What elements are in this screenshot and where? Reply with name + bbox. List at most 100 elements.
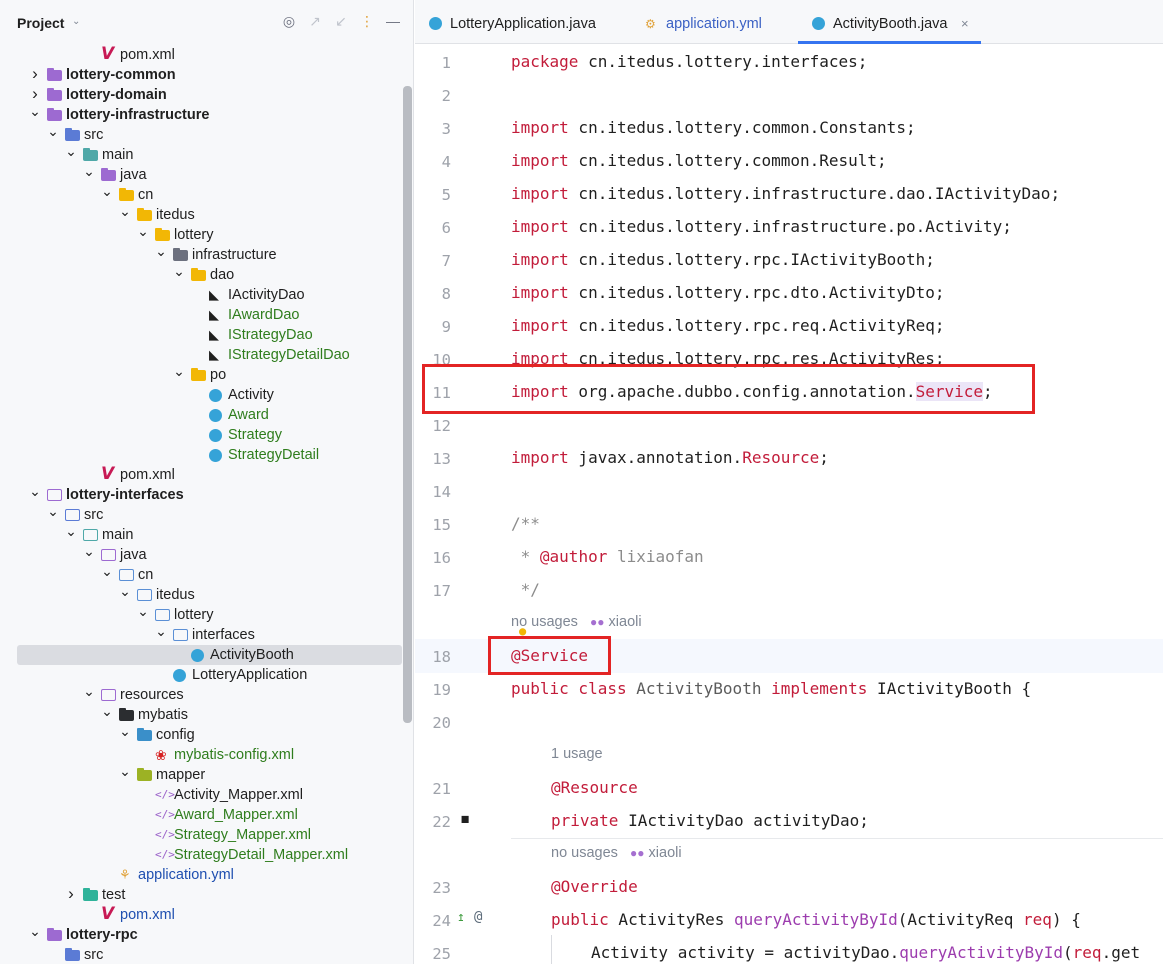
tree-item[interactable]: › lottery-common — [0, 65, 402, 85]
tree-item[interactable]: ◣ IAwardDao — [0, 305, 402, 325]
tree-item[interactable]: ⌄ src — [0, 124, 402, 145]
tree-item[interactable]: </> Award_Mapper.xml — [0, 805, 402, 825]
chevron-down-icon[interactable]: ⌄ — [119, 724, 131, 745]
chevron-down-icon[interactable]: ⌄ — [101, 564, 113, 585]
mybatis-bird-icon[interactable]: ◼ — [461, 811, 469, 827]
tree-item[interactable]: ⌄ infrastructure — [0, 244, 402, 265]
chevron-down-icon[interactable]: ⌄ — [137, 224, 149, 245]
chevron-down-icon[interactable]: ⌄ — [29, 924, 41, 945]
usages-hint[interactable]: no usages ●● xiaoli — [511, 614, 642, 630]
tree-item[interactable]: › test — [0, 885, 402, 905]
chevron-down-icon[interactable]: ⌄ — [29, 484, 41, 505]
tree-item[interactable]: ◣ IActivityDao — [0, 285, 402, 305]
expand-all-icon[interactable]: ↗ — [307, 13, 323, 29]
chevron-down-icon[interactable]: ⌄ — [83, 544, 95, 565]
chevron-down-icon[interactable]: ⌄ — [173, 264, 185, 285]
tree-item[interactable]: ⌄ dao — [0, 264, 402, 285]
maven-icon: V — [101, 904, 115, 924]
tree-item[interactable]: ⌄ lottery — [0, 604, 402, 625]
tab-lottery-application[interactable]: LotteryApplication.java — [429, 0, 619, 44]
tree-scrollbar[interactable] — [403, 86, 412, 723]
tree-item[interactable]: ◣ IStrategyDao — [0, 325, 402, 345]
tree-item-label: ActivityBooth — [210, 647, 294, 663]
tree-item[interactable]: ⌄ interfaces — [0, 624, 402, 645]
tree-item[interactable]: ⌄ java — [0, 164, 402, 185]
tree-item[interactable]: StrategyDetail — [0, 445, 402, 465]
tree-item[interactable]: Award — [0, 405, 402, 425]
chevron-down-icon[interactable]: ⌄ — [119, 584, 131, 605]
project-view-title[interactable]: Project — [17, 15, 64, 31]
tree-item[interactable]: Vpom.xml — [0, 464, 402, 485]
tree-item[interactable]: ⌄ cn — [0, 564, 402, 585]
tree-item[interactable]: ⌄ resources — [0, 684, 402, 705]
tab-activity-booth[interactable]: ActivityBooth.java × — [798, 0, 981, 44]
chevron-down-icon[interactable]: ⌄ — [101, 184, 113, 205]
code-editor[interactable]: 1 2 3 4 5 6 7 8 9 10 11 12 13 14 15 16 17 18 19 20 21 22 23 24 2… — [415, 45, 1163, 964]
line-number: 1 — [441, 54, 451, 72]
chevron-down-icon[interactable]: ⌄ — [65, 144, 77, 165]
chevron-right-icon[interactable]: › — [29, 85, 41, 105]
tree-item[interactable]: </> Strategy_Mapper.xml — [0, 825, 402, 845]
options-kebab-icon[interactable]: ⋮ — [359, 13, 375, 29]
chevron-down-icon[interactable]: ⌄ — [83, 164, 95, 185]
tree-item[interactable]: ⌄ config — [0, 724, 402, 745]
locate-target-icon[interactable]: ◎ — [281, 13, 297, 29]
tree-item[interactable]: ⌄ lottery — [0, 224, 402, 245]
collapse-all-icon[interactable]: ↙ — [333, 13, 349, 29]
chevron-down-icon[interactable]: ⌄ — [119, 764, 131, 785]
tree-item[interactable]: ⌄ itedus — [0, 584, 402, 605]
override-icon[interactable]: @ — [474, 909, 482, 925]
tree-item[interactable]: ⌄ lottery-interfaces — [0, 484, 402, 505]
tree-item[interactable]: ⌄ main — [0, 144, 402, 165]
chevron-right-icon[interactable]: › — [65, 885, 77, 905]
chevron-down-icon[interactable]: ⌄ — [137, 604, 149, 625]
tree-item[interactable]: ⌄ mapper — [0, 764, 402, 785]
tree-item[interactable]: </> StrategyDetail_Mapper.xml — [0, 845, 402, 865]
tree-item[interactable]: ⌄ itedus — [0, 204, 402, 225]
implements-icon[interactable]: ↥ — [457, 910, 465, 925]
tree-item-label: config — [156, 727, 195, 743]
tree-item[interactable]: LotteryApplication — [0, 665, 402, 685]
tree-item[interactable]: ActivityBooth — [0, 645, 402, 665]
tree-item[interactable]: </> Activity_Mapper.xml — [0, 785, 402, 805]
tab-application-yml[interactable]: ⚙ application.yml — [645, 0, 795, 44]
package-folder-icon — [119, 188, 134, 201]
tree-item-label: Award_Mapper.xml — [174, 807, 298, 823]
tree-item[interactable]: ⌄ src — [0, 504, 402, 525]
chevron-down-icon[interactable]: ⌄ — [65, 524, 77, 545]
gray-package-icon — [173, 248, 188, 261]
usages-hint[interactable]: no usages ●● xiaoli — [551, 845, 682, 861]
tree-item[interactable]: src — [0, 945, 402, 964]
chevron-down-icon[interactable]: ⌄ — [72, 16, 80, 27]
close-tab-icon[interactable]: × — [961, 0, 969, 48]
tree-item[interactable]: ⌄ po — [0, 364, 402, 385]
tree-item[interactable]: Vpom.xml — [0, 44, 402, 65]
usages-hint[interactable]: 1 usage — [551, 746, 603, 762]
chevron-down-icon[interactable]: ⌄ — [47, 504, 59, 525]
tree-item[interactable]: ◣ IStrategyDetailDao — [0, 345, 402, 365]
xml-icon: </> — [155, 788, 175, 801]
hide-panel-icon[interactable]: — — [385, 13, 401, 29]
tree-item[interactable]: ⌄ lottery-infrastructure — [0, 104, 402, 125]
tree-item[interactable]: ⌄ main — [0, 524, 402, 545]
tree-item[interactable]: ⚘ application.yml — [0, 865, 402, 885]
tree-item[interactable]: ⌄ mybatis — [0, 704, 402, 725]
chevron-down-icon[interactable]: ⌄ — [155, 244, 167, 265]
tree-item[interactable]: ⌄ java — [0, 544, 402, 565]
tree-item[interactable]: ⌄ cn — [0, 184, 402, 205]
chevron-down-icon[interactable]: ⌄ — [47, 124, 59, 145]
tree-item[interactable]: › lottery-domain — [0, 85, 402, 105]
chevron-right-icon[interactable]: › — [29, 65, 41, 85]
tree-item[interactable]: Strategy — [0, 425, 402, 445]
tree-item-label: src — [84, 947, 104, 963]
tree-item[interactable]: Activity — [0, 385, 402, 405]
tree-item[interactable]: ⌄ lottery-rpc — [0, 924, 402, 945]
chevron-down-icon[interactable]: ⌄ — [119, 204, 131, 225]
chevron-down-icon[interactable]: ⌄ — [101, 704, 113, 725]
chevron-down-icon[interactable]: ⌄ — [155, 624, 167, 645]
tree-item[interactable]: Vpom.xml — [0, 904, 402, 925]
chevron-down-icon[interactable]: ⌄ — [29, 104, 41, 125]
tree-item[interactable]: ❀ mybatis-config.xml — [0, 745, 402, 765]
chevron-down-icon[interactable]: ⌄ — [173, 364, 185, 385]
chevron-down-icon[interactable]: ⌄ — [83, 684, 95, 705]
